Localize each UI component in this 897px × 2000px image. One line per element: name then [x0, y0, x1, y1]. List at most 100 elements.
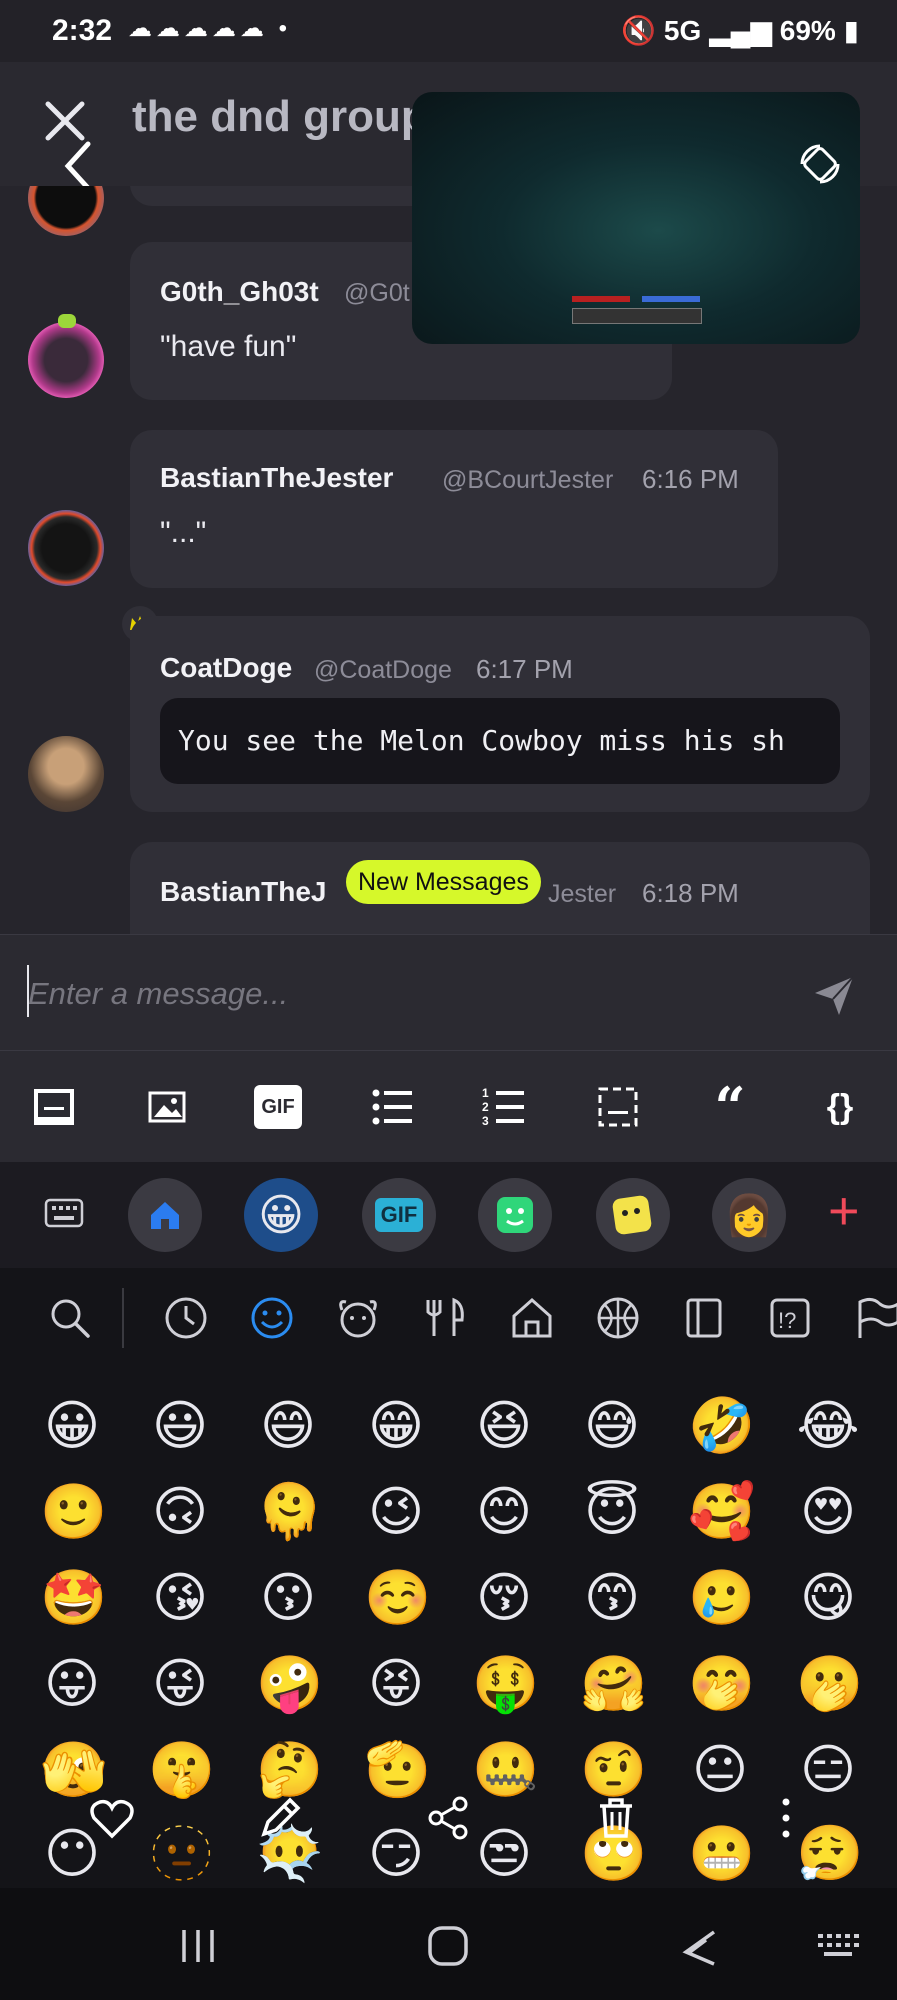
- emoji-key[interactable]: 😗: [256, 1566, 320, 1630]
- emoji-key[interactable]: ☺️: [364, 1566, 431, 1630]
- emoji-key[interactable]: 🫢: [796, 1652, 863, 1716]
- smileys-category-icon[interactable]: [250, 1296, 294, 1340]
- select-region-icon[interactable]: [596, 1085, 640, 1129]
- emoji-key[interactable]: 🤭: [688, 1652, 755, 1716]
- image-icon[interactable]: [146, 1085, 190, 1129]
- message-bubble[interactable]: [130, 430, 778, 588]
- emoji-key[interactable]: 😆: [472, 1394, 536, 1458]
- media-actions-overlay: [0, 1758, 897, 1888]
- emoji-key[interactable]: 😄: [256, 1394, 320, 1458]
- emoji-key[interactable]: 😃: [148, 1394, 212, 1458]
- code-block-button[interactable]: {}: [818, 1085, 862, 1129]
- rotate-screen-icon[interactable]: [798, 142, 842, 186]
- emoji-key[interactable]: 😂: [796, 1394, 860, 1458]
- spoiler-icon[interactable]: [32, 1085, 76, 1129]
- emoji-key[interactable]: 🤪: [256, 1652, 323, 1716]
- delete-trash-icon[interactable]: [592, 1794, 640, 1842]
- bitmoji-tool-button[interactable]: [596, 1178, 670, 1252]
- travel-category-icon[interactable]: [510, 1296, 554, 1340]
- picture-in-picture-video[interactable]: [412, 92, 860, 344]
- message-author[interactable]: G0th_Gh03t: [160, 276, 319, 308]
- gif-button[interactable]: GIF: [254, 1085, 302, 1129]
- search-icon[interactable]: [48, 1296, 92, 1340]
- symbols-category-icon[interactable]: !?: [768, 1296, 812, 1340]
- emoji-key[interactable]: 😜: [148, 1652, 212, 1716]
- emoji-key[interactable]: 🤩: [40, 1566, 107, 1630]
- emoji-key[interactable]: 🤗: [580, 1652, 647, 1716]
- share-icon[interactable]: [424, 1794, 472, 1842]
- food-category-icon[interactable]: [424, 1296, 468, 1340]
- emoji-tool-button[interactable]: 😀: [244, 1178, 318, 1252]
- animals-category-icon[interactable]: [336, 1296, 380, 1340]
- new-messages-button[interactable]: New Messages: [346, 860, 541, 904]
- message-author[interactable]: BastianTheJ: [160, 876, 327, 908]
- gif-label: GIF: [261, 1095, 295, 1118]
- status-right: 🔇 5G ▂▄▆ 69% ▮: [621, 14, 859, 47]
- category-divider: [122, 1288, 124, 1348]
- recent-apps-icon[interactable]: [176, 1924, 220, 1968]
- emoji-key[interactable]: 😘: [148, 1566, 212, 1630]
- activities-category-icon[interactable]: [596, 1296, 640, 1340]
- send-icon[interactable]: [809, 971, 859, 1021]
- recent-clock-icon[interactable]: [164, 1296, 208, 1340]
- emoji-key[interactable]: 😉: [364, 1480, 428, 1544]
- game-hunger: [642, 296, 700, 302]
- message-timestamp: 6:18 PM: [642, 878, 739, 908]
- objects-category-icon[interactable]: [682, 1296, 726, 1340]
- edit-pencil-icon[interactable]: [256, 1794, 304, 1842]
- quote-button[interactable]: “: [708, 1080, 752, 1134]
- emoji-key[interactable]: 😁: [364, 1394, 428, 1458]
- emoji-key[interactable]: 😋: [796, 1566, 860, 1630]
- emoji-key[interactable]: 😍: [796, 1480, 860, 1544]
- bulleted-list-icon[interactable]: [370, 1085, 414, 1129]
- emoji-key[interactable]: 😙: [580, 1566, 644, 1630]
- emoji-key[interactable]: 😊: [472, 1480, 536, 1544]
- message-timestamp: 6:17 PM: [476, 654, 573, 684]
- avatar[interactable]: [28, 736, 104, 812]
- emoji-key[interactable]: 😚: [472, 1566, 536, 1630]
- more-options-icon[interactable]: [762, 1794, 810, 1842]
- sticker-icon: [497, 1197, 533, 1233]
- emoji-key[interactable]: 🙂: [40, 1480, 107, 1544]
- emoji-key[interactable]: 😇: [580, 1480, 644, 1544]
- gif-tool-button[interactable]: GIF: [362, 1178, 436, 1252]
- emoji-key[interactable]: 🥰: [688, 1480, 755, 1544]
- game-hotbar: [572, 308, 702, 324]
- keyboard-hide-icon[interactable]: [816, 1924, 860, 1968]
- back-nav-icon[interactable]: [676, 1924, 720, 1968]
- avatar[interactable]: [28, 186, 104, 236]
- heart-icon[interactable]: [88, 1794, 136, 1842]
- avatar[interactable]: [28, 322, 104, 398]
- emoji-face-icon: 😀: [258, 1190, 304, 1240]
- svg-text:3: 3: [482, 1114, 489, 1128]
- code-label: {}: [826, 1087, 854, 1126]
- home-button-icon[interactable]: [426, 1924, 470, 1968]
- emoji-key[interactable]: 😝: [364, 1652, 428, 1716]
- message-timestamp: 6:16 PM: [642, 464, 739, 494]
- emoji-key[interactable]: 🤣: [688, 1394, 755, 1458]
- emoji-key[interactable]: 😀: [40, 1394, 104, 1458]
- emoji-key[interactable]: 🥲: [688, 1566, 755, 1630]
- keyboard-toolbar: 😀 GIF 👩 +: [0, 1162, 897, 1268]
- flags-category-icon[interactable]: [854, 1296, 897, 1340]
- message-input[interactable]: [26, 965, 790, 1023]
- system-nav-bar: [0, 1888, 897, 2000]
- emoji-key[interactable]: 😛: [40, 1652, 104, 1716]
- avatar[interactable]: [28, 510, 104, 586]
- add-tool-button[interactable]: +: [828, 1180, 860, 1242]
- format-toolbar: GIF 1 2 3 “ {}: [0, 1050, 897, 1163]
- numbered-list-icon[interactable]: 1 2 3: [482, 1085, 526, 1129]
- home-tool-button[interactable]: [128, 1178, 202, 1252]
- emoji-key[interactable]: 🙃: [148, 1480, 212, 1544]
- avatar-tool-button[interactable]: 👩: [712, 1178, 786, 1252]
- emoji-key[interactable]: 🫠: [256, 1480, 323, 1544]
- emoji-key[interactable]: 🤑: [472, 1652, 539, 1716]
- signal-icon: ▂▄▆: [709, 15, 772, 46]
- message-author[interactable]: CoatDoge: [160, 652, 292, 684]
- sticker-tool-button[interactable]: [478, 1178, 552, 1252]
- mute-icon: 🔇: [621, 15, 657, 46]
- keyboard-icon[interactable]: [44, 1196, 84, 1230]
- message-author[interactable]: BastianTheJester: [160, 462, 393, 494]
- emoji-key[interactable]: 😅: [580, 1394, 644, 1458]
- avatar-sticker-icon: 👩: [724, 1193, 774, 1238]
